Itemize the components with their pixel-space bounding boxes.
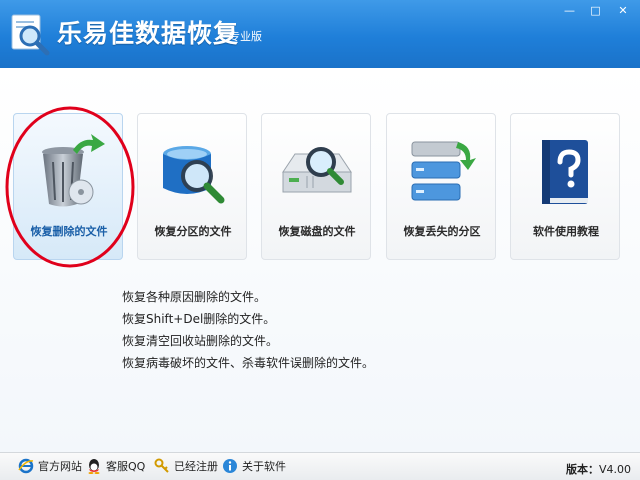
main-panel: 恢复删除的文件 恢复分区的文件 恢复磁盘的文件 恢复丢失的分区 软件使用教程 恢… — [0, 68, 640, 452]
customer-service-qq-link[interactable]: 客服QQ — [86, 458, 145, 474]
close-button[interactable]: ✕ — [609, 1, 637, 19]
ie-icon — [18, 458, 34, 474]
footer-link-label: 已经注册 — [174, 460, 218, 473]
card-label: 软件使用教程 — [533, 225, 599, 238]
card-label: 恢复分区的文件 — [154, 225, 232, 238]
version-value: V4.00 — [599, 463, 632, 476]
minimize-button[interactable]: — — [557, 1, 582, 19]
footer-link-label: 关于软件 — [242, 460, 286, 473]
feature-description: 恢复各种原因删除的文件。 恢复Shift+Del删除的文件。 恢复清空回收站删除… — [122, 289, 374, 377]
card-label: 恢复删除的文件 — [30, 225, 108, 238]
title-bar: 乐易佳数据恢复 专业版 — □ ✕ — [0, 0, 640, 68]
card-recover-partition-files[interactable]: 恢复分区的文件 — [137, 113, 247, 260]
card-software-tutorial[interactable]: 软件使用教程 — [510, 113, 620, 260]
footer-link-label: 官方网站 — [38, 460, 82, 473]
footer-link-label: 客服QQ — [106, 460, 146, 473]
description-line: 恢复病毒破坏的文件、杀毒软件误删除的文件。 — [122, 356, 375, 370]
card-label: 恢复丢失的分区 — [403, 225, 481, 238]
card-recover-deleted-files[interactable]: 恢复删除的文件 — [13, 113, 123, 260]
maximize-button[interactable]: □ — [583, 1, 608, 19]
description-line: 恢复Shift+Del删除的文件。 — [122, 312, 276, 326]
app-logo-icon — [11, 14, 50, 56]
card-label: 恢复磁盘的文件 — [278, 225, 356, 238]
disk-search-icon — [282, 147, 352, 193]
info-icon — [223, 459, 237, 473]
description-line: 恢复各种原因删除的文件。 — [122, 290, 267, 304]
official-website-link[interactable]: 官方网站 — [18, 458, 82, 474]
registered-link[interactable]: 已经注册 — [154, 458, 218, 474]
status-bar: 官方网站 客服QQ 已经注册 关于软件 版本：V4.00 — [0, 452, 640, 480]
help-book-icon — [542, 140, 588, 204]
edition-label: 专业版 — [229, 30, 262, 43]
card-recover-lost-partition[interactable]: 恢复丢失的分区 — [386, 113, 496, 260]
version-label: 版本： — [566, 463, 599, 476]
partition-search-icon — [163, 146, 225, 204]
app-title: 乐易佳数据恢复 — [57, 19, 240, 48]
card-recover-disk-files[interactable]: 恢复磁盘的文件 — [261, 113, 371, 260]
about-software-link[interactable]: 关于软件 — [222, 458, 286, 474]
qq-icon — [88, 459, 100, 474]
key-icon — [154, 458, 169, 473]
lost-partition-icon — [411, 141, 476, 201]
recycle-bin-icon — [42, 134, 105, 207]
version-info: 版本：V4.00 — [566, 461, 631, 477]
description-line: 恢复清空回收站删除的文件。 — [122, 334, 279, 348]
